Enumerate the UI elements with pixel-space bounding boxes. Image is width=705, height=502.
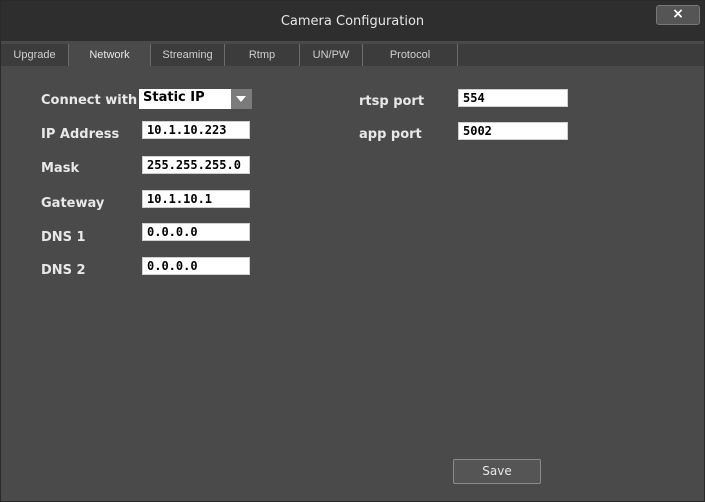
close-button[interactable]: × — [656, 5, 700, 25]
gateway-field[interactable]: 10.1.10.1 — [142, 190, 250, 208]
app-port-label: app port — [359, 127, 422, 142]
save-button[interactable]: Save — [453, 459, 541, 484]
title-bar: Camera Configuration × — [1, 1, 704, 41]
tab-network[interactable]: Network — [69, 44, 151, 66]
dns2-field[interactable]: 0.0.0.0 — [142, 257, 250, 275]
ip-address-field[interactable]: 10.1.10.223 — [142, 121, 250, 139]
connect-with-label: Connect with — [41, 93, 138, 108]
tab-upgrade[interactable]: Upgrade — [1, 44, 69, 66]
app-port-field[interactable]: 5002 — [458, 122, 568, 140]
dns1-label: DNS 1 — [41, 230, 86, 245]
connect-with-select[interactable]: Static IP — [139, 89, 252, 109]
rtsp-port-field[interactable]: 554 — [458, 89, 568, 107]
dns2-label: DNS 2 — [41, 263, 86, 278]
chevron-down-icon — [236, 96, 246, 102]
tab-rtmp[interactable]: Rtmp — [225, 44, 300, 66]
close-icon: × — [672, 6, 684, 22]
window-title: Camera Configuration — [280, 14, 425, 29]
ip-address-label: IP Address — [41, 127, 120, 142]
tab-streaming[interactable]: Streaming — [151, 44, 225, 66]
tab-unpw[interactable]: UN/PW — [300, 44, 363, 66]
rtsp-port-label: rtsp port — [359, 94, 425, 109]
gateway-label: Gateway — [41, 196, 105, 211]
dropdown-button[interactable] — [231, 89, 252, 109]
camera-config-window: Camera Configuration × Upgrade Network S… — [0, 0, 705, 502]
mask-field[interactable]: 255.255.255.0 — [142, 156, 250, 174]
tab-protocol[interactable]: Protocol — [363, 44, 458, 66]
mask-label: Mask — [41, 161, 80, 176]
dns1-field[interactable]: 0.0.0.0 — [142, 223, 250, 241]
connect-with-value: Static IP — [143, 90, 205, 105]
tab-bar: Upgrade Network Streaming Rtmp UN/PW Pro… — [1, 44, 704, 66]
